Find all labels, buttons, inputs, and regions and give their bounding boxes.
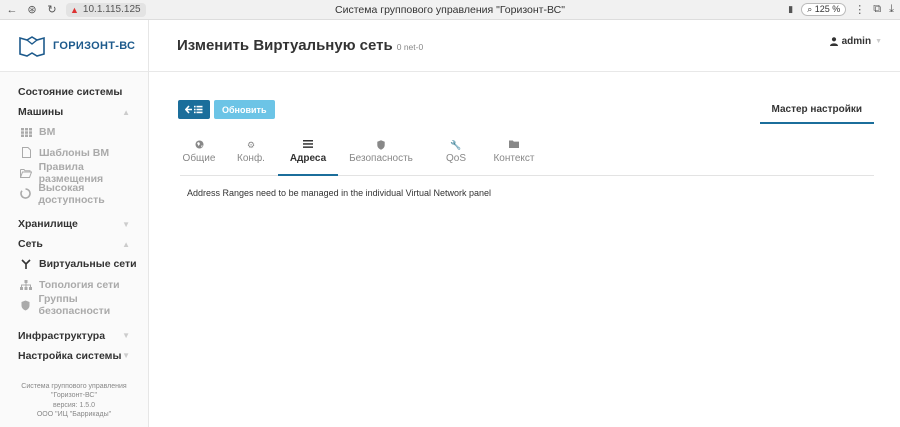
circle-notch-icon xyxy=(19,188,32,200)
sidebar-item-label: Состояние системы xyxy=(18,86,123,98)
toolbar: Обновить xyxy=(178,100,275,119)
sidebar-item-security-groups[interactable]: Группы безопасности xyxy=(0,293,148,318)
tab-addresses[interactable]: Адреса xyxy=(278,135,338,176)
footer-version: версия: 1.5.0 xyxy=(52,401,96,409)
footer-company: ООО "ИЦ "Баррикады" xyxy=(36,411,112,418)
page-subtitle: 0 net-0 xyxy=(396,42,424,52)
sidebar-item-high-availability[interactable]: Высокая доступность xyxy=(0,181,148,206)
shield-icon[interactable]: ⊛ xyxy=(24,3,40,16)
page-header: Изменить Виртуальную сеть 0 net-0 admin ▼ xyxy=(149,20,900,72)
sidebar-item-label: Инфраструктура xyxy=(18,329,106,342)
sidebar-item-label: Шаблоны ВМ xyxy=(39,146,110,159)
footer-line: Система группового управления xyxy=(21,382,127,390)
tab-bar: Общие ⚙ Конф. Адреса Безопасность 🔧 QoS … xyxy=(180,135,874,176)
logo-text: ГОРИЗОНТ-ВС xyxy=(53,39,136,52)
tab-label: QoS xyxy=(445,153,466,164)
address-bar-text: 10.1.115.125 xyxy=(82,4,141,15)
sidebar-item-label: ВМ xyxy=(39,126,56,139)
grid-icon xyxy=(19,127,33,137)
sidebar-item-vm[interactable]: ВМ xyxy=(0,122,148,143)
logo-icon xyxy=(19,35,45,57)
sidebar-item-vm-templates[interactable]: Шаблоны ВМ xyxy=(0,143,148,164)
sidebar: ГОРИЗОНТ-ВС Состояние системы Машины ▲ В… xyxy=(0,20,149,427)
wizard-tab[interactable]: Мастер настройки xyxy=(759,100,874,124)
shield-icon xyxy=(377,140,385,152)
file-icon xyxy=(19,147,33,159)
back-arrow-icon[interactable]: ← xyxy=(4,4,20,16)
user-icon xyxy=(829,37,838,46)
tab-context[interactable]: Контекст xyxy=(491,135,537,176)
sidebar-item-label: Машины xyxy=(18,106,64,118)
page-title-text: Изменить Виртуальную сеть xyxy=(177,37,393,54)
page-title: Изменить Виртуальную сеть 0 net-0 xyxy=(177,37,423,54)
sidebar-section-system-settings[interactable]: Настройка системы ▼ xyxy=(0,346,148,366)
folder-open-icon xyxy=(19,168,33,178)
list-icon xyxy=(303,140,313,152)
sidebar-item-placement-rules[interactable]: Правила размещения xyxy=(0,161,148,185)
back-button[interactable] xyxy=(178,100,210,119)
logo[interactable]: ГОРИЗОНТ-ВС xyxy=(0,20,148,72)
chevron-up-icon: ▲ xyxy=(122,107,130,117)
sidebar-item-label: Хранилище xyxy=(18,218,78,230)
address-ranges-notice: Address Ranges need to be managed in the… xyxy=(187,188,492,198)
refresh-button[interactable]: Обновить xyxy=(214,100,275,119)
sidebar-section-network[interactable]: Сеть ▲ xyxy=(0,234,148,254)
sidebar-item-label: Виртуальные сети xyxy=(39,258,137,271)
network-fork-icon xyxy=(19,259,33,270)
folder-icon xyxy=(509,140,519,152)
zoom-value: 125 % xyxy=(814,4,841,14)
sidebar-section-machines[interactable]: Машины ▲ xyxy=(0,102,148,122)
globe-icon xyxy=(195,140,204,152)
user-name: admin xyxy=(841,36,872,47)
browser-toolbar: ← ⊛ ↻ ▲ 10.1.115.125 Система группового … xyxy=(0,0,900,20)
sidebar-section-storage[interactable]: Хранилище ▼ xyxy=(0,214,148,234)
warning-icon: ▲ xyxy=(70,4,79,15)
sidebar-item-label: Настройка системы xyxy=(18,349,122,362)
tab-general[interactable]: Общие xyxy=(180,135,218,176)
chevron-down-icon: ▼ xyxy=(122,219,130,229)
tab-qos[interactable]: 🔧 QoS xyxy=(441,135,471,176)
tab-conf[interactable]: ⚙ Конф. xyxy=(229,135,273,176)
chevron-up-icon: ▲ xyxy=(122,239,130,249)
download-icon[interactable]: ⤓ xyxy=(889,3,894,16)
address-bar[interactable]: ▲ 10.1.115.125 xyxy=(66,2,146,17)
sidebar-footer: Система группового управления "Горизонт-… xyxy=(0,382,148,420)
tab-label: Конф. xyxy=(237,153,265,164)
chevron-down-icon: ▼ xyxy=(122,351,130,360)
arrow-left-list-icon xyxy=(185,105,203,114)
reload-icon[interactable]: ↻ xyxy=(44,3,60,16)
sitemap-icon xyxy=(19,279,33,290)
extensions-icon[interactable]: ⧉ xyxy=(873,3,881,16)
tab-label: Адреса xyxy=(289,153,327,164)
sidebar-item-virtual-networks[interactable]: Виртуальные сети xyxy=(0,254,148,275)
zoom-indicator[interactable]: ⌕ 125 % xyxy=(801,3,847,16)
wrench-icon: 🔧 xyxy=(450,140,462,150)
sidebar-item-label: Топология сети xyxy=(39,278,120,291)
sidebar-item-label: Группы безопасности xyxy=(38,293,111,318)
tab-label: Контекст xyxy=(493,153,535,164)
bookmark-icon[interactable]: ▮ xyxy=(788,4,793,15)
sidebar-section-infrastructure[interactable]: Инфраструктура ▼ xyxy=(0,326,148,346)
sidebar-menu: Состояние системы Машины ▲ ВМ Шаблоны ВМ… xyxy=(0,72,148,420)
sidebar-item-label: Сеть xyxy=(18,238,43,250)
chevron-down-icon: ▼ xyxy=(122,331,130,340)
sidebar-item-label: Высокая доступность xyxy=(38,181,105,206)
chevron-down-icon: ▼ xyxy=(875,38,882,45)
shield-icon xyxy=(19,300,32,311)
tab-label: Общие xyxy=(182,153,216,164)
sidebar-item-system-status[interactable]: Состояние системы xyxy=(0,82,148,102)
gear-icon: ⚙ xyxy=(246,140,256,150)
menu-dots-icon[interactable]: ⋮ xyxy=(854,3,865,16)
user-menu[interactable]: admin ▼ xyxy=(829,36,882,47)
footer-line: "Горизонт-ВС" xyxy=(51,392,97,399)
sidebar-item-network-topology[interactable]: Топология сети xyxy=(0,275,148,296)
tab-label: Безопасность xyxy=(349,153,413,164)
tab-security[interactable]: Безопасность xyxy=(346,135,416,176)
main-content: Изменить Виртуальную сеть 0 net-0 admin ▼… xyxy=(149,20,900,427)
